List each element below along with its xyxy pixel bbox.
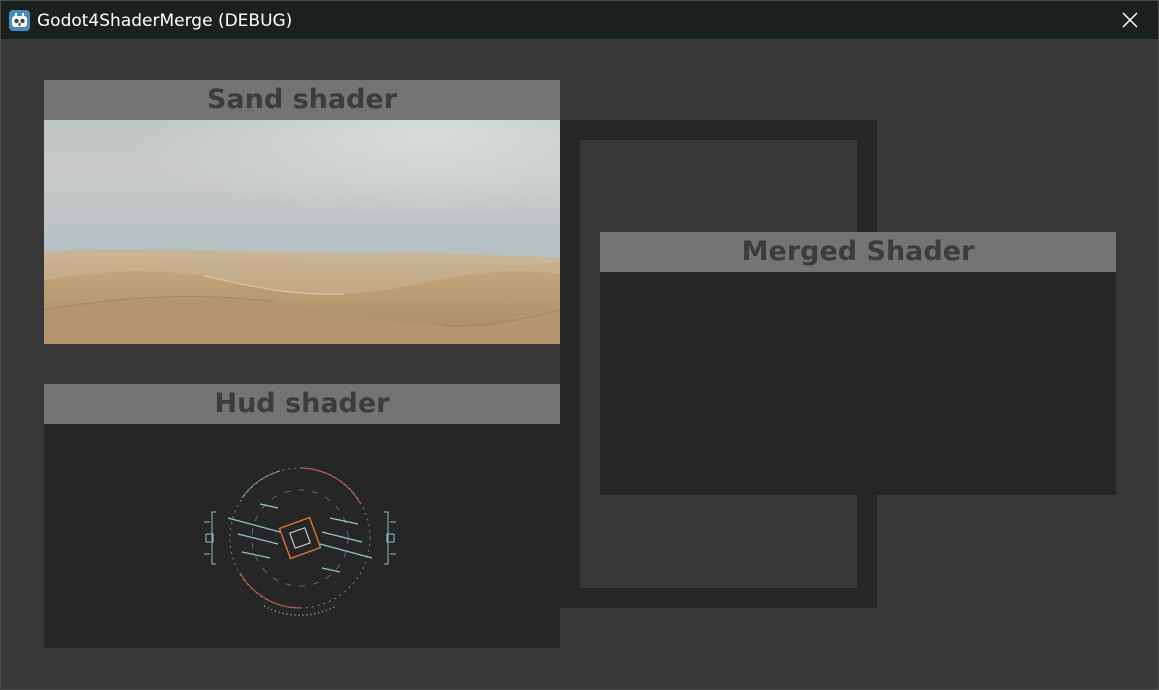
close-icon (1122, 12, 1138, 28)
window-title: Godot4ShaderMerge (DEBUG) (37, 11, 293, 31)
viewport: Sand shader Hud shader Merged Shader (5, 40, 1156, 687)
hud-shader-title: Hud shader (44, 384, 560, 424)
merged-shader-panel: Merged Shader (600, 232, 1116, 495)
sand-shader-panel: Sand shader (44, 80, 560, 344)
hud-shader-preview (44, 424, 560, 648)
merged-shader-preview (600, 272, 1116, 495)
sand-shader-title: Sand shader (44, 80, 560, 120)
app-window: Godot4ShaderMerge (DEBUG) Sand shader Hu… (0, 0, 1159, 690)
hud-shader-panel: Hud shader (44, 384, 560, 648)
title-bar[interactable]: Godot4ShaderMerge (DEBUG) (1, 1, 1158, 39)
merged-shader-title: Merged Shader (600, 232, 1116, 272)
godot-icon (9, 10, 30, 31)
close-button[interactable] (1102, 1, 1158, 39)
sand-shader-preview (44, 120, 560, 344)
